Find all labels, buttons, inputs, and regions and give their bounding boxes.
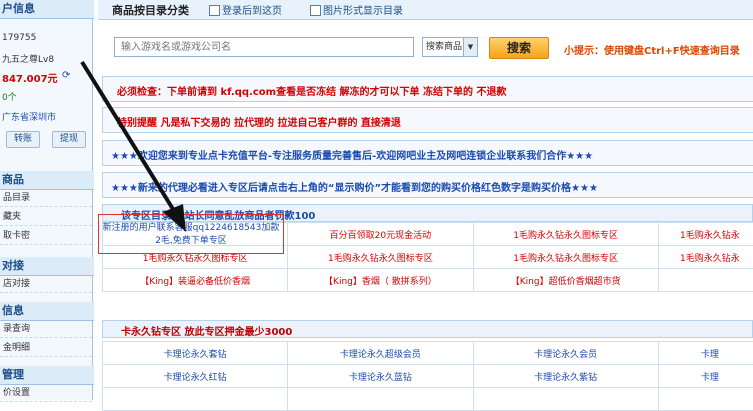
sidebar-item-fund-detail[interactable]: 金明细 <box>0 340 92 357</box>
catalog-toolbar: 商品按目录分类 登录后到这页 图片形式显示目录 <box>98 0 753 20</box>
notice-agent-price: ★★★新来的代理必看进入专区后请点击右上角的“显示购价”才能看到您的购买价格红色… <box>103 179 598 194</box>
sidebar-item-price-settings[interactable]: 价设置 <box>0 385 92 402</box>
table-cell[interactable]: 1毛购永久钻永 <box>658 223 753 246</box>
sidebar-section-connect: 对接 <box>0 257 94 276</box>
table-cell[interactable]: 【King】香烟（ 散拼系列） <box>288 269 473 292</box>
notice-freeze-check: 必须检查：下单前请到 kf.qq.com查看是否冻结 解冻的才可以下单 冻结下单… <box>103 83 507 98</box>
sidebar: 户信息 179755 九五之尊Lv8 847.007元 ⟳ 0个 广东省深圳市 … <box>0 0 93 400</box>
table-cell[interactable]: 卡理论永久红钻 <box>103 365 288 388</box>
table-cell[interactable] <box>288 388 473 411</box>
sidebar-section-manage: 管理 <box>0 366 94 385</box>
notice-box-freeze: 必须检查：下单前请到 kf.qq.com查看是否冻结 解冻的才可以下单 冻结下单… <box>102 76 753 102</box>
sidebar-item-favorites[interactable]: 藏夹 <box>0 209 92 226</box>
withdraw-button[interactable]: 提现 <box>52 131 86 148</box>
table-cell[interactable]: 1毛购永久钻永久图标专区 <box>473 246 658 269</box>
table-row <box>103 388 753 411</box>
search-category-value: 搜索商品 <box>426 42 462 52</box>
image-catalog-label[interactable]: 图片形式显示目录 <box>323 2 403 17</box>
table-row: 卡理论永久套钻 卡理论永久超级会员 卡理论永久会员 卡理 <box>103 342 753 365</box>
table-cell[interactable]: 卡理论永久蓝钻 <box>288 365 473 388</box>
free-order-zone-link[interactable]: 新注册的用户联系客服qq1224618543加款2毛,免费下单专区 <box>100 222 282 248</box>
image-catalog-checkbox[interactable] <box>310 5 321 16</box>
user-balance: 847.007元 <box>2 70 58 85</box>
table-cell[interactable] <box>103 388 288 411</box>
notice-box-agent: ★★★新来的代理必看进入专区后请点击右上角的“显示购价”才能看到您的购买价格红色… <box>102 172 753 198</box>
table-cell[interactable]: 卡理论永久套钻 <box>103 342 288 365</box>
user-count: 0个 <box>2 90 17 103</box>
sidebar-item-shop-connect[interactable]: 店对接 <box>0 276 92 293</box>
table-cell[interactable] <box>658 269 753 292</box>
transfer-button[interactable]: 转账 <box>6 131 40 148</box>
table-cell[interactable]: 1毛购永久钻永久图标专区 <box>473 223 658 246</box>
notice-box-warning: 特别提醒 凡是私下交易的 拉代理的 拉进自己客户群的 直接清退 <box>102 107 753 133</box>
notice-welcome: ★★★欢迎您来到专业点卡充值平台-专注服务质量完善售后-欢迎网吧业主及网吧连锁企… <box>103 147 593 162</box>
user-location: 广东省深圳市 <box>2 110 56 123</box>
table-cell[interactable]: 卡理论永久紫钻 <box>473 365 658 388</box>
login-redirect-checkbox[interactable] <box>209 5 220 16</box>
notice-box-welcome: ★★★欢迎您来到专业点卡充值平台-专注服务质量完善售后-欢迎网吧业主及网吧连锁企… <box>102 140 753 166</box>
refresh-icon[interactable]: ⟳ <box>62 70 70 81</box>
table-row: 卡理论永久红钻 卡理论永久蓝钻 卡理论永久紫钻 卡理 <box>103 365 753 388</box>
page-title: 商品按目录分类 <box>112 2 189 18</box>
table-cell[interactable]: 百分百领取20元现金活动 <box>288 223 473 246</box>
search-input[interactable] <box>114 37 414 57</box>
table-cell[interactable]: 卡理论永久会员 <box>473 342 658 365</box>
permanent-diamond-table: 卡理论永久套钻 卡理论永久超级会员 卡理论永久会员 卡理 卡理论永久红钻 卡理论… <box>102 341 753 411</box>
search-category-select[interactable]: 搜索商品 ▼ <box>422 37 478 57</box>
notice-private-trade-warning: 特别提醒 凡是私下交易的 拉代理的 拉进自己客户群的 直接清退 <box>103 114 401 129</box>
login-redirect-label[interactable]: 登录后到这页 <box>222 2 282 17</box>
table-cell[interactable] <box>658 388 753 411</box>
table-cell[interactable]: 卡理 <box>658 342 753 365</box>
section-header-permanent-diamond: 卡永久钻专区 放此专区押金最少3000 <box>102 320 753 338</box>
sidebar-item-catalog[interactable]: 品目录 <box>0 190 92 207</box>
sidebar-section-info: 信息 <box>0 302 94 321</box>
table-cell[interactable]: 1毛购永久钻永久图标专区 <box>288 246 473 269</box>
table-cell[interactable]: 卡理论永久超级会员 <box>288 342 473 365</box>
section-title-permanent-diamond: 卡永久钻专区 放此专区押金最少3000 <box>121 323 292 338</box>
table-cell[interactable]: 【King】装逼必备低价香烟 <box>103 269 288 292</box>
sidebar-section-goods: 商品 <box>0 171 94 190</box>
table-cell[interactable] <box>473 388 658 411</box>
table-cell[interactable]: 1毛购永久钻永 <box>658 246 753 269</box>
sidebar-item-record-query[interactable]: 录查询 <box>0 321 92 338</box>
chevron-down-icon[interactable]: ▼ <box>463 38 477 56</box>
search-button[interactable]: 搜索 <box>489 37 549 59</box>
search-bar: 搜索商品 ▼ 搜索 小提示：使用键盘Ctrl+F快速查询目录 <box>98 31 753 61</box>
table-row: 【King】装逼必备低价香烟 【King】香烟（ 散拼系列） 【King】超低价… <box>103 269 753 292</box>
search-tip: 小提示：使用键盘Ctrl+F快速查询目录 <box>564 42 740 57</box>
sidebar-item-get-card[interactable]: 取卡密 <box>0 228 92 245</box>
user-nickname: 九五之尊Lv8 <box>2 52 54 65</box>
sidebar-header-user-info: 户信息 <box>0 0 94 19</box>
table-cell[interactable]: 【King】超低价香烟超市货 <box>473 269 658 292</box>
user-id: 179755 <box>2 33 36 43</box>
table-cell[interactable]: 卡理 <box>658 365 753 388</box>
main-content: 商品按目录分类 登录后到这页 图片形式显示目录 搜索商品 ▼ 搜索 小提示：使用… <box>98 0 753 400</box>
